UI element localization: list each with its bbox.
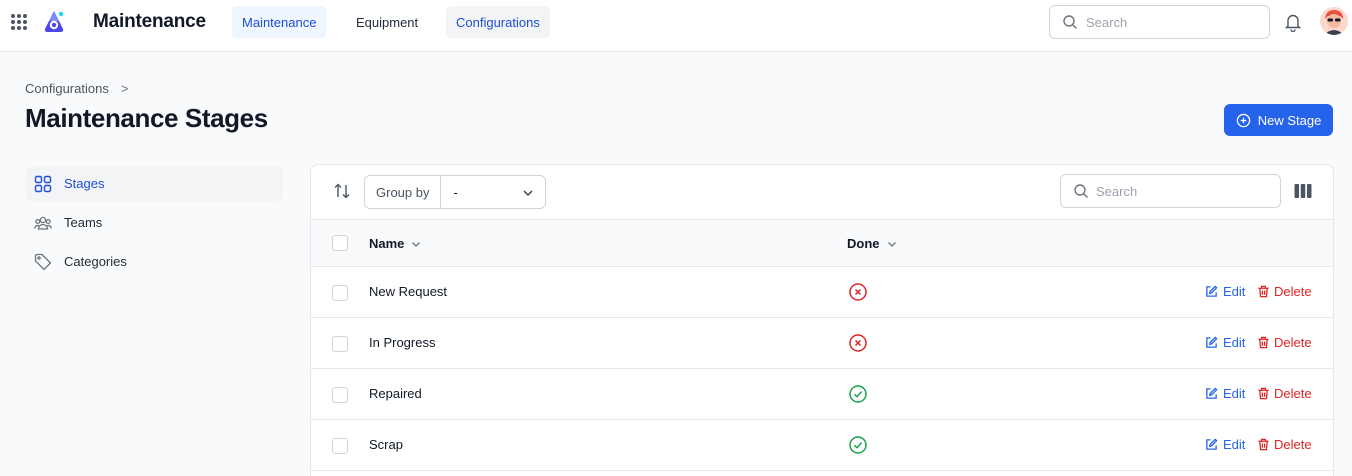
delete-button[interactable]: Delete [1257, 437, 1312, 452]
table-row: In Progress Edit Delete [311, 318, 1333, 369]
delete-label: Delete [1274, 437, 1312, 452]
nav-tab-maintenance[interactable]: Maintenance [232, 6, 327, 38]
edit-button[interactable]: Edit [1205, 335, 1245, 350]
stage-name: In Progress [369, 335, 436, 350]
done-status [848, 384, 868, 404]
table-header: Name Done [311, 219, 1333, 267]
check-circle-icon [849, 436, 867, 454]
edit-label: Edit [1223, 437, 1246, 452]
row-checkbox[interactable] [332, 285, 348, 301]
trash-icon [1258, 285, 1269, 298]
group-by-select[interactable]: Group by - [364, 175, 546, 209]
plus-circle-icon [1236, 113, 1250, 127]
table-search-box[interactable] [1060, 174, 1281, 208]
edit-icon [1206, 336, 1218, 348]
grid-icon [34, 175, 52, 192]
stage-name: Repaired [369, 386, 422, 401]
stages-card: Group by - Name Done New Reques [310, 164, 1334, 476]
apps-grid-icon[interactable] [11, 14, 27, 30]
column-header-done[interactable]: Done [847, 236, 898, 251]
edit-icon [1206, 387, 1218, 399]
select-all-checkbox[interactable] [332, 235, 348, 251]
column-header-label: Name [369, 236, 405, 251]
edit-icon [1206, 285, 1218, 297]
user-avatar[interactable] [1320, 7, 1348, 35]
sidebar-item-label: Categories [64, 254, 127, 269]
bell-icon[interactable] [1284, 12, 1302, 32]
trash-icon [1258, 336, 1269, 349]
avatar-image-icon [1320, 7, 1348, 35]
edit-button[interactable]: Edit [1205, 437, 1245, 452]
row-checkbox[interactable] [332, 336, 348, 352]
table-row: Repaired Edit Delete [311, 369, 1333, 420]
nav-tab-equipment[interactable]: Equipment [346, 6, 428, 38]
users-icon [34, 216, 52, 230]
page-title: Maintenance Stages [25, 103, 268, 133]
breadcrumb-separator: > [120, 81, 129, 96]
table-row: New Request Edit Delete [311, 267, 1333, 318]
delete-button[interactable]: Delete [1257, 386, 1312, 401]
delete-label: Delete [1274, 284, 1312, 299]
delete-label: Delete [1274, 386, 1312, 401]
sidebar-item-label: Teams [64, 215, 103, 230]
sidebar-item-teams[interactable]: Teams [26, 205, 283, 240]
chevron-down-icon [412, 241, 421, 247]
stage-name: New Request [369, 284, 448, 299]
table-row: Scrap Edit Delete [311, 420, 1333, 471]
delete-label: Delete [1274, 335, 1312, 350]
edit-button[interactable]: Edit [1205, 284, 1245, 299]
top-search-input[interactable] [1086, 14, 1256, 30]
table-toolbar: Group by - [311, 165, 1333, 219]
edit-icon [1206, 438, 1218, 450]
group-by-label: Group by [365, 176, 442, 208]
top-bar: Maintenance Maintenance Equipment Config… [0, 0, 1352, 52]
search-icon [1063, 15, 1077, 29]
edit-label: Edit [1223, 386, 1246, 401]
breadcrumb: Configurations > [25, 81, 128, 96]
new-stage-button-label: New Stage [1257, 112, 1322, 128]
top-search-box[interactable] [1049, 5, 1270, 39]
table-search-input[interactable] [1096, 183, 1266, 199]
sidebar-item-stages[interactable]: Stages [26, 166, 283, 201]
chevron-down-icon [523, 190, 533, 197]
x-circle-icon [849, 334, 867, 352]
row-checkbox[interactable] [332, 387, 348, 403]
edit-label: Edit [1223, 335, 1246, 350]
delete-button[interactable]: Delete [1257, 284, 1312, 299]
trash-icon [1258, 387, 1269, 400]
done-status [848, 435, 868, 455]
done-status [848, 333, 868, 353]
columns-icon[interactable] [1294, 183, 1312, 199]
stage-name: Scrap [369, 437, 403, 452]
nav-tab-configurations[interactable]: Configurations [446, 6, 550, 38]
new-stage-button[interactable]: New Stage [1224, 104, 1333, 136]
edit-button[interactable]: Edit [1205, 386, 1245, 401]
chevron-down-icon [887, 241, 896, 247]
sidebar-item-label: Stages [64, 176, 105, 191]
delete-button[interactable]: Delete [1257, 335, 1312, 350]
column-header-label: Done [847, 236, 880, 251]
search-icon [1074, 184, 1088, 198]
app-title: Maintenance [93, 11, 206, 32]
check-circle-icon [849, 385, 867, 403]
edit-label: Edit [1223, 284, 1246, 299]
done-status [848, 282, 868, 302]
app-logo-icon[interactable] [41, 9, 67, 35]
column-header-name[interactable]: Name [369, 236, 422, 251]
trash-icon [1258, 438, 1269, 451]
breadcrumb-configurations-link[interactable]: Configurations [25, 81, 109, 96]
sidebar-item-categories[interactable]: Categories [26, 244, 283, 279]
tag-icon [34, 253, 52, 270]
sort-icon[interactable] [333, 182, 351, 200]
row-checkbox[interactable] [332, 438, 348, 454]
x-circle-icon [849, 283, 867, 301]
